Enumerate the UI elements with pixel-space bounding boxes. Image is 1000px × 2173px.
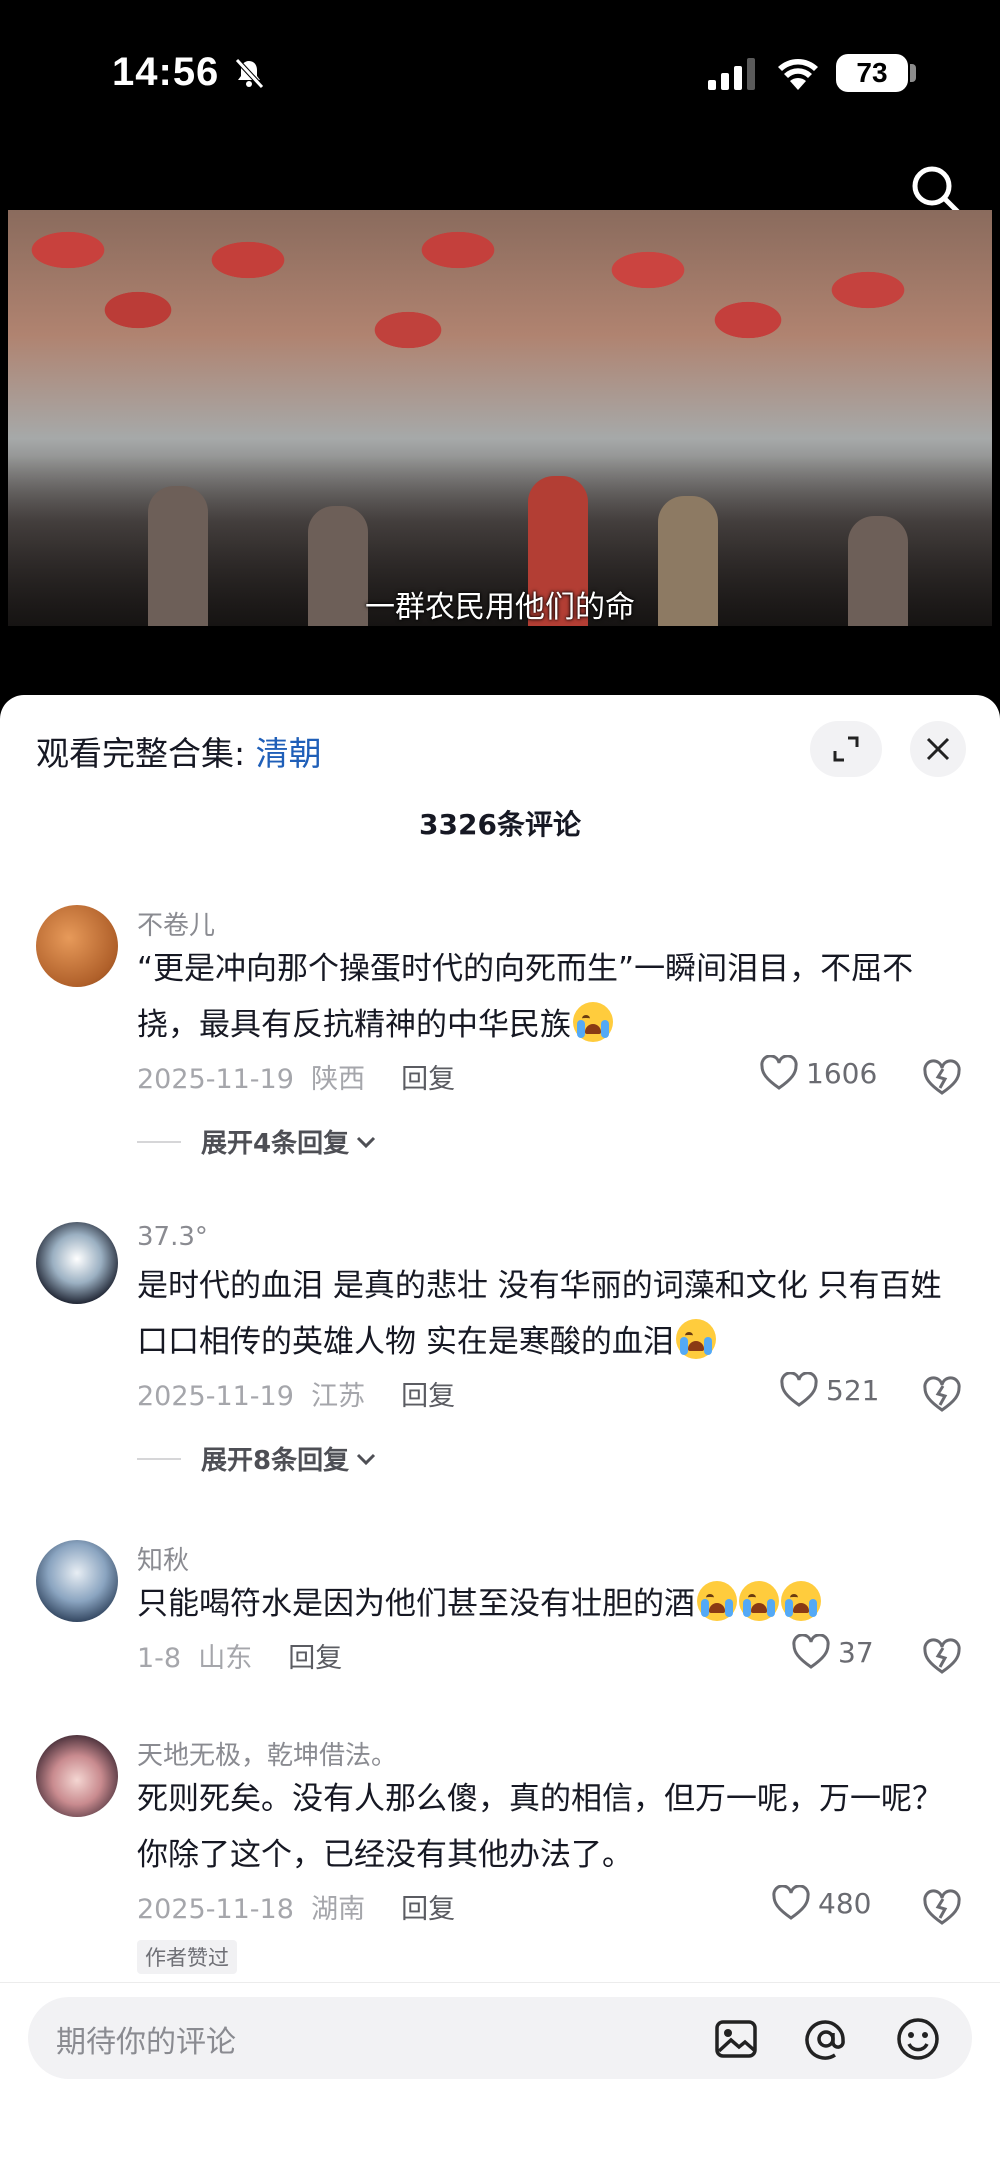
- dislike-icon[interactable]: [922, 1374, 962, 1414]
- comment-meta: 2025-11-18 湖南 回复: [137, 1887, 455, 1926]
- like-count: 521: [826, 1373, 880, 1407]
- comment-location: 湖南: [311, 1894, 366, 1925]
- like-button[interactable]: 1606: [760, 1055, 877, 1091]
- like-count: 480: [818, 1886, 872, 1920]
- mute-icon: [235, 58, 264, 89]
- collection-link[interactable]: 清朝: [256, 734, 322, 773]
- comment-username[interactable]: 不卷儿: [137, 905, 215, 942]
- crying-emoji: [573, 1002, 613, 1042]
- comment-location: 江苏: [311, 1381, 366, 1412]
- comment-date: 2025-11-19: [137, 1381, 294, 1412]
- comment-text: “更是冲向那个操蛋时代的向死而生”一瞬间泪目，不屈不挠，最具有反抗精神的中华民族: [137, 941, 957, 1053]
- comment-text-content: 是时代的血泪 是真的悲壮 没有华丽的词藻和文化 只有百姓口口相传的英雄人物 实在…: [137, 1268, 942, 1360]
- author-liked-badge: 作者赞过: [137, 1940, 237, 1974]
- crying-emoji: [739, 1581, 779, 1621]
- comment-text: 死则死矣。没有人那么傻，真的相信，但万一呢，万一呢？你除了这个，已经没有其他办法…: [137, 1771, 957, 1883]
- comment-text: 是时代的血泪 是真的悲壮 没有华丽的词藻和文化 只有百姓口口相传的英雄人物 实在…: [137, 1258, 957, 1370]
- expand-replies-label: 展开8条回复: [201, 1446, 350, 1476]
- crying-emoji: [781, 1581, 821, 1621]
- wifi-icon: [778, 59, 818, 90]
- like-button[interactable]: 521: [780, 1372, 879, 1408]
- comment-input-bar: 期待你的评论: [0, 1982, 1000, 2173]
- like-count: 1606: [806, 1056, 878, 1090]
- expand-replies-button[interactable]: 展开4条回复: [137, 1123, 377, 1160]
- heart-icon: [792, 1634, 830, 1669]
- emoji-icon[interactable]: [894, 2015, 942, 2063]
- heart-icon: [772, 1885, 810, 1920]
- comment-text: 只能喝符水是因为他们甚至没有壮胆的酒: [137, 1576, 957, 1632]
- comment-username[interactable]: 37.3°: [137, 1222, 208, 1252]
- like-button[interactable]: 37: [792, 1634, 874, 1670]
- reply-button[interactable]: 回复: [401, 1381, 455, 1412]
- comment-username[interactable]: 天地无极，乾坤借法。: [137, 1735, 397, 1772]
- comment-count: 3326条评论: [419, 808, 581, 841]
- battery-cap: [910, 64, 916, 82]
- signal-icon: [708, 58, 755, 90]
- close-button[interactable]: [910, 721, 966, 777]
- comment-text-content: 死则死矣。没有人那么傻，真的相信，但万一呢，万一呢？你除了这个，已经没有其他办法…: [137, 1781, 943, 1873]
- image-icon[interactable]: [712, 2015, 760, 2063]
- comment-input[interactable]: 期待你的评论: [28, 1997, 972, 2079]
- avatar[interactable]: [36, 1222, 118, 1304]
- at-icon[interactable]: [802, 2015, 850, 2063]
- dislike-icon[interactable]: [922, 1887, 962, 1927]
- expand-replies-label: 展开4条回复: [201, 1129, 350, 1159]
- crying-emoji: [675, 1319, 716, 1359]
- comment-meta: 1-8 山东 回复: [137, 1636, 342, 1675]
- comment-sheet: 观看完整合集: 清朝 3326条评论 不卷儿 “更是冲向那个操蛋时代的向死而生”…: [0, 695, 1000, 2173]
- like-count: 37: [838, 1635, 874, 1669]
- close-icon: [926, 737, 950, 761]
- comment-text-content: “更是冲向那个操蛋时代的向死而生”一瞬间泪目，不屈不挠，最具有反抗精神的中华民族: [137, 951, 914, 1043]
- comment-text-content: 只能喝符水是因为他们甚至没有壮胆的酒: [137, 1586, 695, 1622]
- video-player[interactable]: 一群农民用他们的命: [8, 210, 992, 626]
- comment-username[interactable]: 知秋: [137, 1540, 189, 1577]
- expand-replies-button[interactable]: 展开8条回复: [137, 1440, 377, 1477]
- reply-button[interactable]: 回复: [401, 1894, 455, 1925]
- comment-meta: 2025-11-19 陕西 回复: [137, 1057, 455, 1096]
- comment-date: 2025-11-18: [137, 1894, 294, 1925]
- crying-emoji: [697, 1581, 737, 1621]
- expand-icon: [833, 736, 859, 762]
- reply-button[interactable]: 回复: [401, 1064, 455, 1095]
- reply-button[interactable]: 回复: [288, 1643, 342, 1674]
- comment-location: 山东: [198, 1643, 253, 1674]
- heart-icon: [760, 1055, 798, 1090]
- collection-row[interactable]: 观看完整合集: 清朝: [36, 727, 322, 775]
- dislike-icon[interactable]: [922, 1057, 962, 1097]
- chevron-down-icon: [357, 1453, 376, 1465]
- heart-icon: [780, 1372, 818, 1407]
- comment-location: 陕西: [311, 1064, 366, 1095]
- comment-date: 2025-11-19: [137, 1064, 294, 1095]
- like-button[interactable]: 480: [772, 1885, 871, 1921]
- comment-meta: 2025-11-19 江苏 回复: [137, 1374, 455, 1413]
- collection-prefix: 观看完整合集:: [36, 734, 256, 773]
- status-bar: 14:56 73: [0, 0, 1000, 215]
- battery-level: 73: [836, 54, 908, 92]
- comment-date: 1-8: [137, 1643, 182, 1674]
- dislike-icon[interactable]: [922, 1636, 962, 1676]
- avatar[interactable]: [36, 1735, 118, 1817]
- avatar[interactable]: [36, 1540, 118, 1622]
- avatar[interactable]: [36, 905, 118, 987]
- comment-input-placeholder: 期待你的评论: [56, 2025, 236, 2060]
- video-subtitle: 一群农民用他们的命: [365, 590, 635, 625]
- expand-button[interactable]: [810, 721, 882, 777]
- status-time: 14:56: [112, 50, 220, 94]
- chevron-down-icon: [357, 1136, 376, 1148]
